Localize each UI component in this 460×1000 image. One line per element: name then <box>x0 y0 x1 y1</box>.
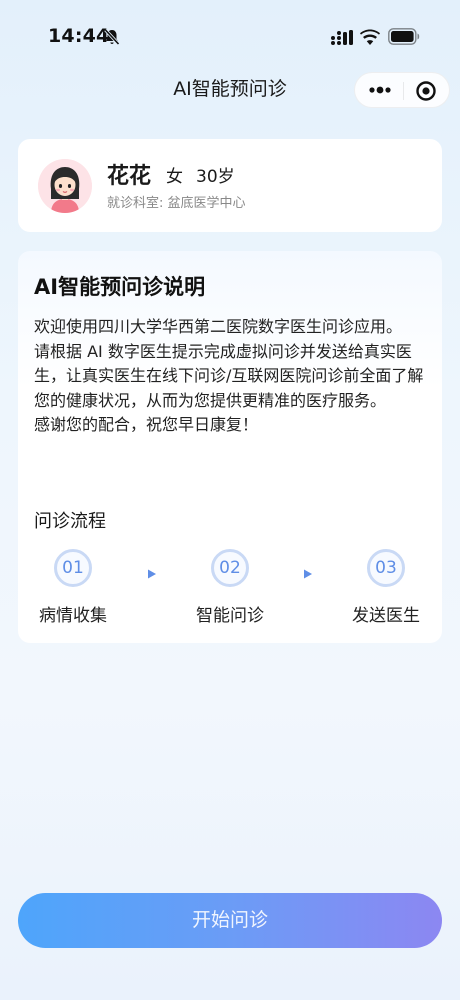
info-paragraph: 请根据 AI 数字医生提示完成虚拟问诊并发送给真实医生，让真实医生在线下问诊/互… <box>34 341 424 410</box>
flow-title: 问诊流程 <box>34 511 106 532</box>
info-paragraph: 欢迎使用四川大学华西第二医院数字医生问诊应用。 <box>34 317 403 336</box>
flow-step-1: 01 病情收集 <box>23 549 123 626</box>
step-number-badge: 03 <box>367 549 405 587</box>
wifi-icon <box>360 29 380 45</box>
step-label: 病情收集 <box>39 606 107 626</box>
info-paragraph: 感谢您的配合，祝您早日康复！ <box>34 415 259 434</box>
more-icon[interactable] <box>365 80 395 100</box>
close-circle-icon[interactable] <box>415 80 437 102</box>
avatar <box>38 159 92 213</box>
patient-age: 30岁 <box>196 167 235 187</box>
signal-icon <box>331 30 353 45</box>
patient-name: 花花 <box>107 164 152 189</box>
flow-step-2: 02 智能问诊 <box>180 549 280 626</box>
patient-department: 就诊科室: 盆底医学中心 <box>107 196 246 211</box>
step-label: 发送医生 <box>352 606 420 626</box>
step-label: 智能问诊 <box>196 606 264 626</box>
info-title: AI智能预问诊说明 <box>34 275 206 299</box>
patient-card: 花花 女 30岁 就诊科室: 盆底医学中心 <box>18 139 442 232</box>
arrow-right-icon <box>304 569 312 579</box>
step-number-badge: 02 <box>211 549 249 587</box>
status-bar: 14:44 <box>0 0 460 76</box>
status-time: 14:44 <box>48 25 110 47</box>
patient-gender: 女 <box>166 167 183 187</box>
start-consultation-button[interactable]: 开始问诊 <box>18 893 442 948</box>
girl-avatar-icon <box>38 159 92 213</box>
bell-muted-icon <box>104 28 120 46</box>
capsule-divider <box>403 82 404 100</box>
info-body: 欢迎使用四川大学华西第二医院数字医生问诊应用。 请根据 AI 数字医生提示完成虚… <box>34 315 426 438</box>
arrow-right-icon <box>148 569 156 579</box>
flow-step-3: 03 发送医生 <box>336 549 436 626</box>
consultation-info-card: AI智能预问诊说明 欢迎使用四川大学华西第二医院数字医生问诊应用。 请根据 AI… <box>18 251 442 643</box>
mini-program-capsule <box>354 72 450 108</box>
step-number-badge: 01 <box>54 549 92 587</box>
battery-icon <box>388 28 420 45</box>
